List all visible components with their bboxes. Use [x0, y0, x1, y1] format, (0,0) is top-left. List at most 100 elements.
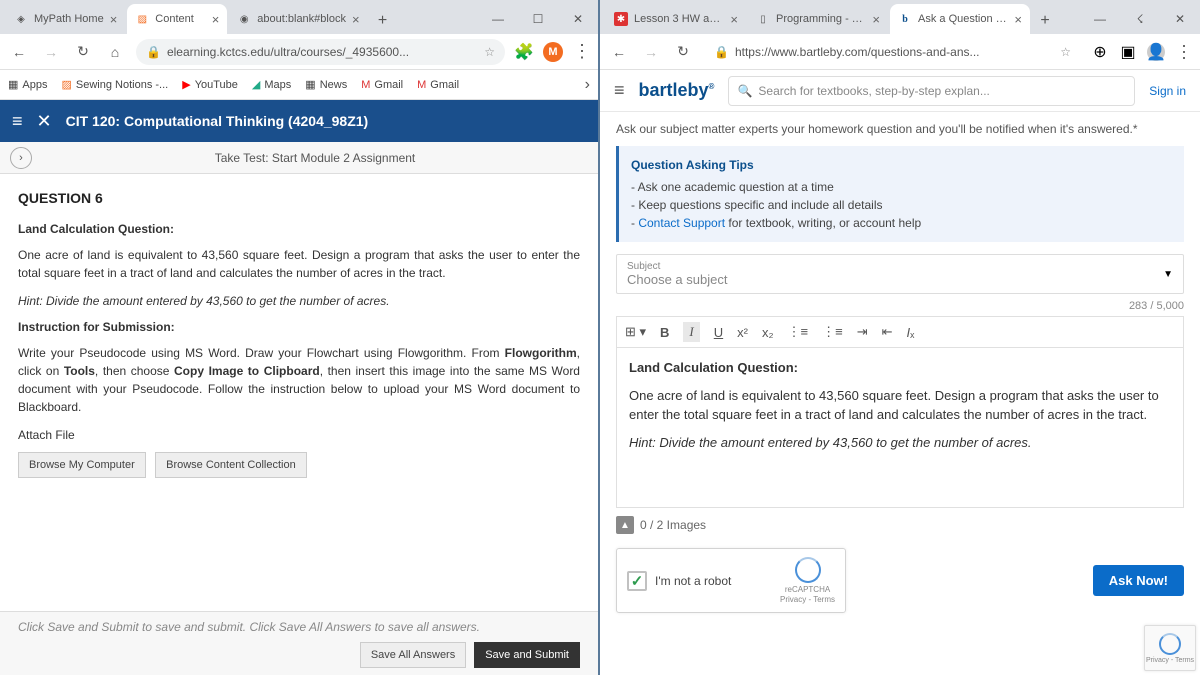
tip-item: - Ask one academic question at a time	[631, 178, 1172, 196]
tips-box: Question Asking Tips - Ask one academic …	[616, 146, 1184, 242]
bullet-list-button[interactable]: ⋮≡	[788, 324, 809, 340]
tab-icon: ▯	[756, 12, 770, 26]
editor-toolbar: ⊞ ▾ B I U x² x₂ ⋮≡ ⋮≡ ⇥ ⇤ Iₓ	[616, 316, 1184, 348]
close-icon[interactable]: ×	[872, 12, 880, 27]
bartleby-header: ≡ bartleby® 🔍 Search for textbooks, step…	[600, 70, 1200, 112]
tab-icon: ▨	[135, 12, 149, 26]
close-icon[interactable]: ×	[352, 12, 360, 27]
indent-button[interactable]: ⇥	[857, 324, 868, 340]
save-all-button[interactable]: Save All Answers	[360, 642, 466, 668]
close-window-button[interactable]: ✕	[1160, 4, 1200, 34]
table-icon[interactable]: ⊞ ▾	[625, 324, 646, 340]
course-title: CIT 120: Computational Thinking (4204_98…	[66, 113, 369, 129]
menu-icon[interactable]: ⋮	[573, 41, 590, 62]
editor-textarea[interactable]: Land Calculation Question: One acre of l…	[616, 348, 1184, 508]
instruction-text: Write your Pseudocode using MS Word. Dra…	[18, 344, 580, 416]
collections-icon[interactable]: ▣	[1119, 43, 1137, 61]
recaptcha-badge: Privacy - Terms	[1144, 625, 1196, 671]
menu-icon[interactable]: ⋯	[1173, 43, 1194, 60]
tab-icon: b	[898, 12, 912, 26]
star-icon[interactable]: ☆	[484, 45, 495, 59]
tip-item: - Keep questions specific and include al…	[631, 196, 1172, 214]
tab-aboutblank[interactable]: ◉about:blank#block×	[229, 4, 367, 34]
close-icon[interactable]: ×	[212, 12, 220, 27]
test-title: Take Test: Start Module 2 Assignment	[42, 151, 588, 165]
sign-in-link[interactable]: Sign in	[1149, 84, 1186, 98]
search-input[interactable]: 🔍 Search for textbooks, step-by-step exp…	[728, 76, 1135, 106]
bookmark-gmail2[interactable]: M Gmail	[417, 79, 459, 91]
bookmark-news[interactable]: ▦ News	[305, 78, 347, 91]
back-button[interactable]: ←	[8, 41, 30, 63]
home-button[interactable]: ⌂	[104, 41, 126, 63]
chevron-down-icon: ▼	[1163, 269, 1173, 280]
ask-now-button[interactable]: Ask Now!	[1093, 565, 1184, 596]
window-controls: — ☇ ✕	[1080, 4, 1200, 34]
question-text: One acre of land is equivalent to 43,560…	[18, 246, 580, 282]
editor-hint: Hint: Divide the amount entered by 43,56…	[629, 433, 1171, 453]
maximize-button[interactable]: ☐	[518, 4, 558, 34]
browse-computer-button[interactable]: Browse My Computer	[18, 452, 146, 478]
address-bar: ← → ↻ ⌂ 🔒 elearning.kctcs.edu/ultra/cour…	[0, 34, 598, 70]
forward-button[interactable]: →	[640, 41, 662, 63]
back-button[interactable]: ←	[608, 41, 630, 63]
lock-icon: 🔒	[146, 45, 161, 59]
reading-list-icon[interactable]: ⊕	[1091, 43, 1109, 61]
tab-bartleby[interactable]: bAsk a Question | bar×	[890, 4, 1030, 34]
reload-button[interactable]: ↻	[672, 41, 694, 63]
close-icon[interactable]: ×	[730, 12, 738, 27]
forward-button[interactable]: →	[40, 41, 62, 63]
question-number: QUESTION 6	[18, 190, 580, 206]
tab-bar-left: ◈MyPath Home× ▨Content× ◉about:blank#blo…	[0, 0, 598, 34]
question-hint: Hint: Divide the amount entered by 43,56…	[18, 294, 580, 308]
bookmarks-more-icon[interactable]: ›	[585, 76, 590, 94]
new-tab-button[interactable]: +	[370, 8, 396, 34]
expand-button[interactable]: ›	[10, 147, 32, 169]
brand-logo[interactable]: bartleby®	[639, 80, 715, 101]
italic-button[interactable]: I	[683, 322, 699, 342]
tab-lesson3[interactable]: ✱Lesson 3 HW assign×	[606, 4, 746, 34]
underline-button[interactable]: U	[714, 325, 723, 340]
reload-button[interactable]: ↻	[72, 41, 94, 63]
url-input[interactable]: 🔒 https://www.bartleby.com/questions-and…	[704, 39, 1081, 65]
captcha-label: I'm not a robot	[655, 574, 731, 588]
superscript-button[interactable]: x²	[737, 325, 748, 340]
save-submit-button[interactable]: Save and Submit	[474, 642, 580, 668]
maximize-button[interactable]: ☇	[1120, 4, 1160, 34]
minimize-button[interactable]: —	[478, 4, 518, 34]
contact-support-link[interactable]: Contact Support	[638, 216, 725, 230]
close-window-button[interactable]: ✕	[558, 4, 598, 34]
tab-programming[interactable]: ▯ Programming - Term ×	[748, 4, 888, 34]
number-list-button[interactable]: ⋮≡	[822, 324, 843, 340]
browse-collection-button[interactable]: Browse Content Collection	[155, 452, 307, 478]
bookmark-youtube[interactable]: ▶ YouTube	[182, 78, 238, 91]
tab-icon: ◉	[237, 12, 251, 26]
star-icon[interactable]: ☆	[1060, 45, 1071, 59]
tab-content[interactable]: ▨Content×	[127, 4, 227, 34]
clear-format-button[interactable]: Iₓ	[907, 325, 915, 340]
close-icon[interactable]: ×	[110, 12, 118, 27]
bookmark-apps[interactable]: ▦ Apps	[8, 78, 47, 91]
bookmark-gmail1[interactable]: M Gmail	[361, 79, 403, 91]
subscript-button[interactable]: x₂	[762, 325, 774, 340]
tab-mypath[interactable]: ◈MyPath Home×	[6, 4, 125, 34]
url-input[interactable]: 🔒 elearning.kctcs.edu/ultra/courses/_493…	[136, 39, 505, 65]
tab-title: Programming - Term	[776, 13, 866, 25]
image-counter[interactable]: ▲ 0 / 2 Images	[616, 516, 1184, 534]
tab-title: MyPath Home	[34, 13, 104, 25]
recaptcha-widget[interactable]: ✓ I'm not a robot reCAPTCHAPrivacy - Ter…	[616, 548, 846, 613]
bold-button[interactable]: B	[660, 325, 669, 340]
subject-dropdown[interactable]: Subject Choose a subject ▼	[616, 254, 1184, 294]
char-count: 283 / 5,000	[616, 300, 1184, 312]
new-tab-button[interactable]: +	[1032, 8, 1058, 34]
bookmark-maps[interactable]: ◢ Maps	[252, 78, 291, 91]
menu-icon[interactable]: ≡	[12, 111, 23, 132]
profile-chip[interactable]: M	[543, 42, 563, 62]
close-icon[interactable]: ✕	[37, 111, 52, 132]
minimize-button[interactable]: —	[1080, 4, 1120, 34]
profile-icon[interactable]: 👤	[1147, 43, 1165, 61]
outdent-button[interactable]: ⇤	[882, 324, 893, 340]
close-icon[interactable]: ×	[1014, 12, 1022, 27]
menu-icon[interactable]: ≡	[614, 80, 625, 101]
bookmark-sewing[interactable]: ▨ Sewing Notions -...	[61, 78, 168, 91]
extensions-icon[interactable]: 🧩	[515, 43, 533, 61]
